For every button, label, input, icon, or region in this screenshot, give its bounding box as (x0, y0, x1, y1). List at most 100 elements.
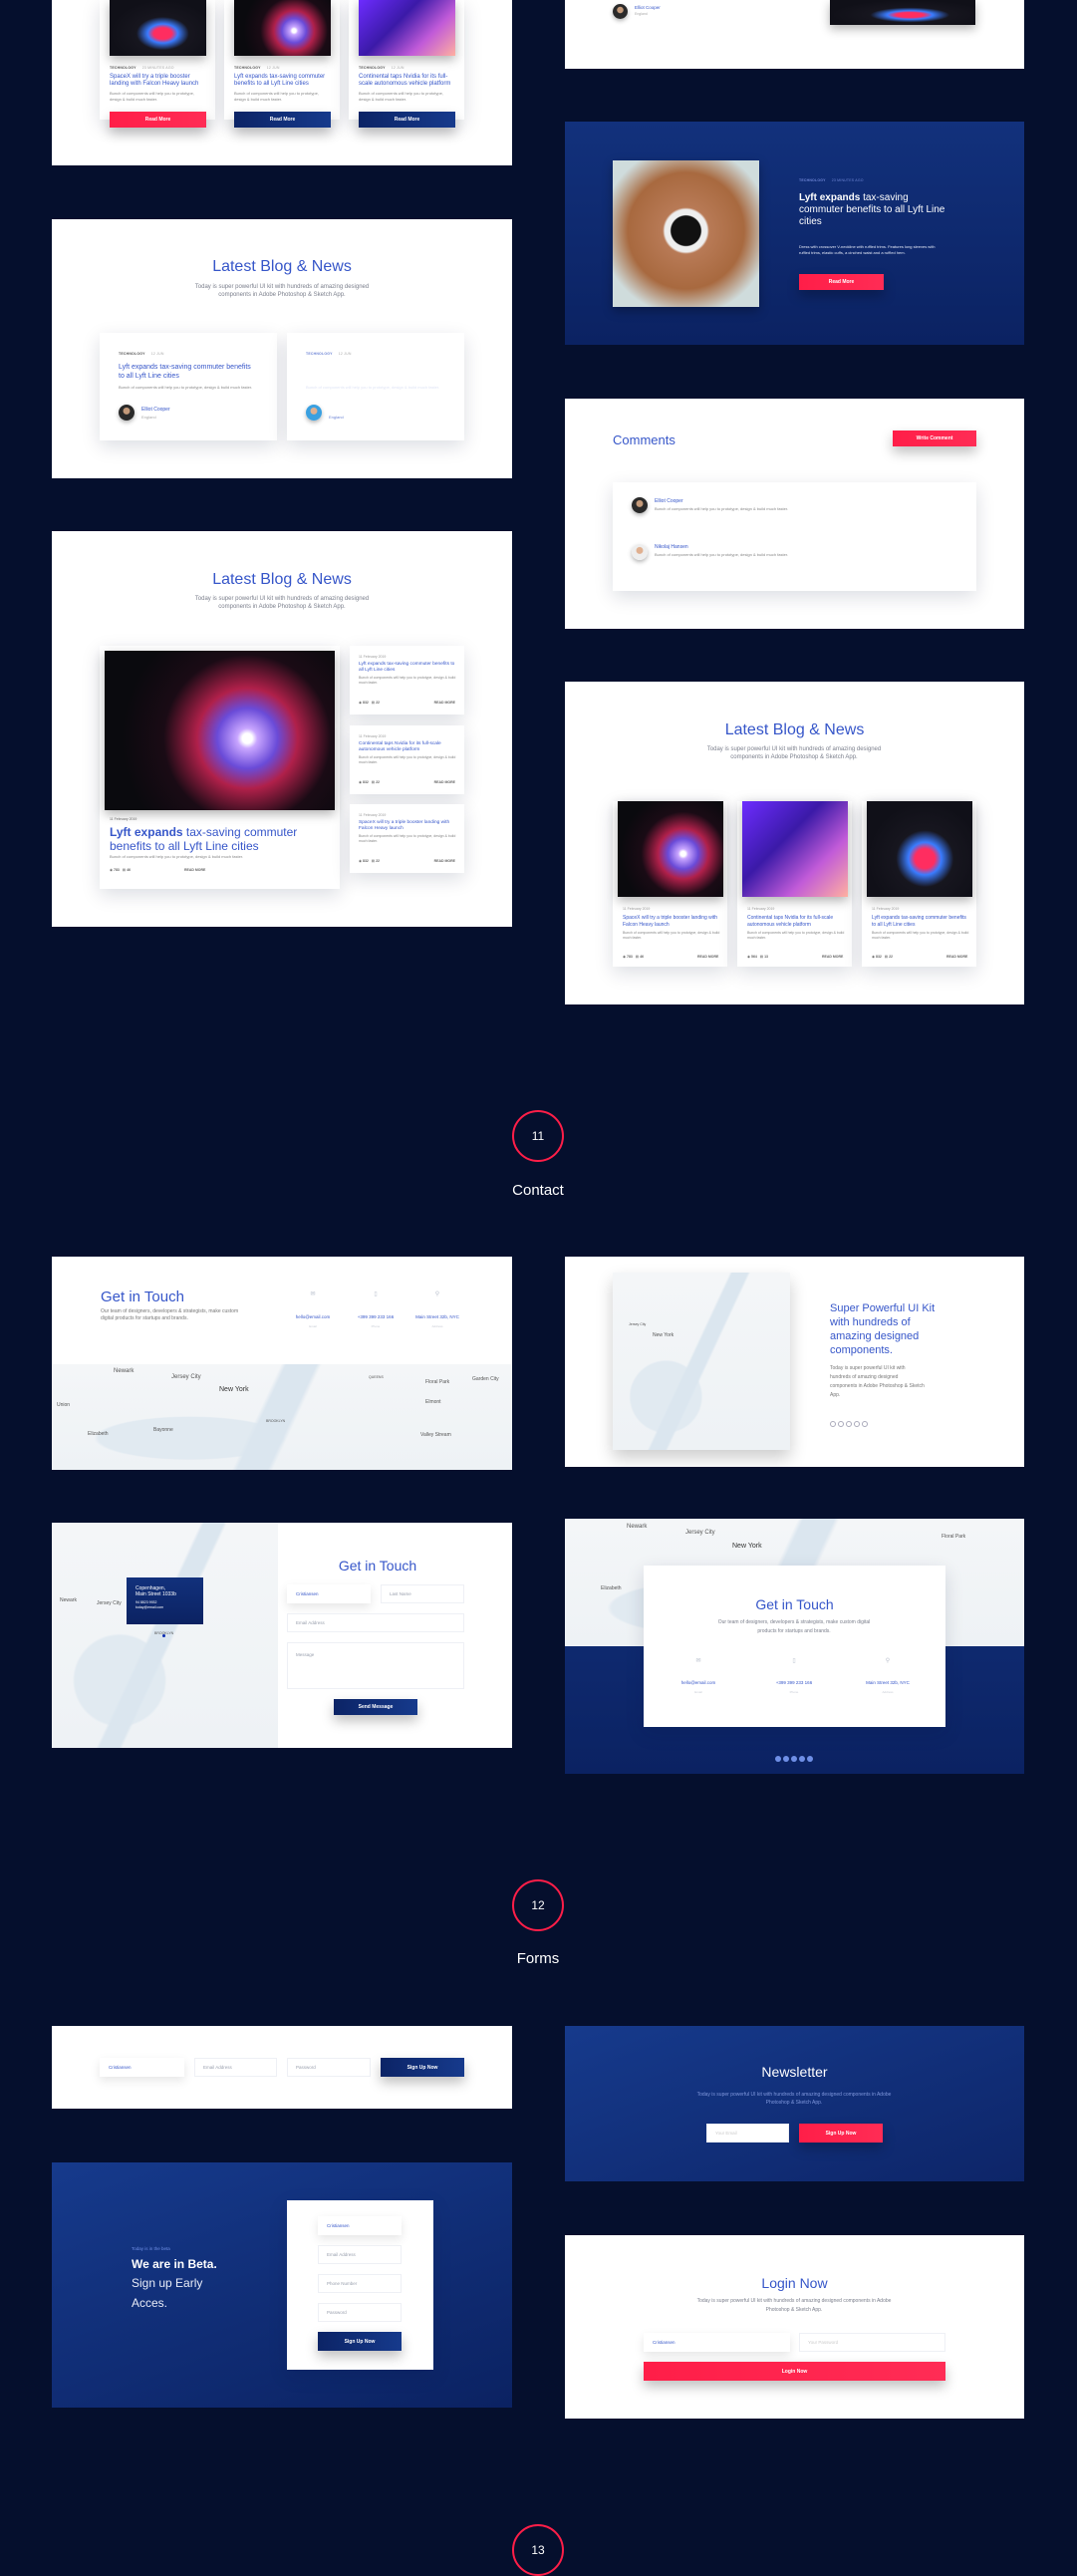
card-date: 11 February 2019 (359, 655, 387, 659)
comments-count: 22 (889, 955, 893, 959)
blog-card[interactable]: TECHNOLOGY 12 JUN Lyft expands tax-saving… (100, 333, 277, 440)
card-title[interactable]: Lyft expands tax-saving commuter benefit… (234, 74, 330, 88)
side-blog-card[interactable]: 11 February 2019 Continental taps Nvidia… (350, 725, 464, 794)
tag-label: TECHNOLOGY (799, 178, 826, 182)
social-icon[interactable] (775, 1756, 781, 1762)
map[interactable]: Newark Jersey City New York QUEENS BROOK… (52, 1364, 512, 1470)
address-link[interactable]: Main Street 32b, NYC (407, 1314, 467, 1319)
read-more-button[interactable]: Read More (359, 112, 455, 128)
comment-text: Bunch of components will help you to pro… (655, 552, 789, 557)
newsletter-email-input[interactable]: Your Email (706, 2124, 789, 2143)
read-more-link[interactable]: READ MORE (434, 780, 455, 784)
name-input[interactable]: Cristiansen (100, 2058, 184, 2077)
email-input[interactable]: Email Address (194, 2058, 277, 2077)
address-link[interactable]: Main Street 32b, NYC (858, 1680, 918, 1685)
card-title[interactable]: SpaceX will try a triple booster landing… (110, 74, 205, 88)
blog-card-highlighted[interactable]: TECHNOLOGY 12 JUN Lyft expands tax-saving… (287, 333, 464, 440)
sign-up-button[interactable]: Sign Up Now (381, 2058, 464, 2077)
social-icon[interactable] (807, 1756, 813, 1762)
card-title[interactable]: Lyft expands tax-saving commuter benefit… (306, 363, 445, 381)
email-link[interactable]: hello@email.com (669, 1680, 728, 1685)
password-input[interactable]: Password (318, 2303, 402, 2322)
author-name[interactable]: Elliot Cooper (329, 407, 358, 413)
contact-form-panel: Newark Jersey City BROOKLYN Copenhagen, … (52, 1523, 512, 1748)
write-comment-button[interactable]: Write Comment (893, 430, 976, 446)
comments-count: 22 (376, 859, 380, 863)
card-desc: Bunch of components will help you to pro… (234, 91, 319, 102)
avatar (632, 544, 648, 560)
map-label: Jersey City (685, 1530, 715, 1536)
social-icon[interactable] (846, 1421, 852, 1427)
read-more-link[interactable]: READ MORE (697, 955, 718, 959)
username-input[interactable]: Cristiansen (644, 2333, 790, 2352)
comments-count: 13 (764, 955, 768, 959)
newsletter-signup-button[interactable]: Sign Up Now (799, 2124, 883, 2143)
contact-desc: Our team of designers, developers & stra… (717, 1619, 871, 1634)
send-message-button[interactable]: Send Message (334, 1699, 417, 1715)
comment-author[interactable]: Elliot Cooper (655, 498, 683, 504)
author-name[interactable]: Elliot Cooper (141, 407, 170, 413)
last-name-input[interactable]: Last Name (381, 1584, 464, 1603)
card-title[interactable]: SpaceX will try a triple booster landing… (359, 820, 458, 832)
comments-count: 22 (376, 780, 380, 784)
card-title[interactable]: Continental taps Nvidia for its full-sca… (359, 74, 454, 88)
social-icon[interactable] (862, 1421, 868, 1427)
article-title[interactable]: Lyft expands tax-saving commuter benefit… (799, 192, 948, 228)
password-input[interactable]: Your Password (799, 2333, 945, 2352)
section-title: Latest Blog & News (724, 721, 865, 738)
social-icon[interactable] (838, 1421, 844, 1427)
read-more-link[interactable]: READ MORE (946, 955, 967, 959)
beta-signup-panel: Today is in the beta We are in Beta. Sig… (52, 2162, 512, 2408)
author-name[interactable]: Elliot Cooper (635, 5, 661, 10)
side-blog-card[interactable]: 11 February 2019 SpaceX will try a tripl… (350, 804, 464, 873)
card-title[interactable]: Continental taps Nvidia for its full-sca… (359, 741, 458, 753)
social-icons (830, 1414, 870, 1432)
card-desc: Bunch of components will help you to pro… (359, 91, 443, 102)
side-blog-card[interactable]: 11 February 2019 Lyft expands tax-saving… (350, 646, 464, 715)
kit-heading: Super Powerful UI Kit with hundreds of a… (830, 1302, 936, 1356)
email-link[interactable]: hello@email.com (283, 1314, 343, 1319)
read-more-button[interactable]: Read More (110, 112, 206, 128)
phone-input[interactable]: Phone Number (318, 2274, 402, 2293)
message-textarea[interactable]: Message (287, 1642, 464, 1689)
main-card-title[interactable]: Lyft expands tax-saving commuter benefit… (110, 825, 309, 853)
phone-link[interactable]: +399 399 233 166 (346, 1314, 405, 1319)
name-input[interactable]: Cristiansen (318, 2216, 402, 2235)
card-title[interactable]: Lyft expands tax-saving commuter benefit… (359, 662, 458, 674)
card-title[interactable]: Continental taps Nvidia for its full-sca… (747, 915, 847, 929)
email-input[interactable]: Email Address (287, 1613, 464, 1632)
read-more-button[interactable]: Read More (799, 274, 884, 290)
read-more-link[interactable]: READ MORE (822, 955, 843, 959)
read-more-link[interactable]: READ MORE (184, 868, 205, 872)
read-more-link[interactable]: READ MORE (434, 859, 455, 863)
time-label: 12 JUN (391, 66, 404, 70)
form-title: Get in Touch (338, 1558, 417, 1574)
phone-label: Phone (789, 1690, 799, 1694)
login-button[interactable]: Login Now (644, 2362, 945, 2381)
contact-title: Get in Touch (755, 1596, 834, 1612)
comment-author[interactable]: Nikolaj Hansen (655, 544, 688, 550)
social-icon[interactable] (830, 1421, 836, 1427)
social-icon[interactable] (854, 1421, 860, 1427)
sign-up-button[interactable]: Sign Up Now (318, 2332, 402, 2351)
password-input[interactable]: Password (287, 2058, 371, 2077)
avatar (119, 405, 135, 421)
tag-label: TECHNOLOGY (359, 66, 386, 70)
card-desc: Bunch of components will help you to pro… (110, 91, 194, 102)
read-more-button[interactable]: Read More (234, 112, 331, 128)
tag-label: TECHNOLOGY (306, 352, 333, 356)
email-label: Email (309, 1324, 317, 1328)
blog-three-panel: Latest Blog & News Today is super powerf… (565, 682, 1024, 1004)
phone-link[interactable]: +399 399 233 166 (764, 1680, 824, 1685)
read-more-link[interactable]: READ MORE (434, 701, 455, 705)
map[interactable]: New York Jersey City (613, 1273, 790, 1450)
first-name-input[interactable]: Cristiansen (287, 1584, 371, 1603)
card-title[interactable]: Lyft expands tax-saving commuter benefit… (119, 363, 258, 381)
social-icon[interactable] (799, 1756, 805, 1762)
card-title[interactable]: SpaceX will try a triple booster landing… (623, 915, 722, 929)
social-icon[interactable] (783, 1756, 789, 1762)
email-input[interactable]: Email Address (318, 2245, 402, 2264)
card-title[interactable]: Lyft expands tax-saving commuter benefit… (872, 915, 971, 929)
office-email: today@email.com (135, 1605, 164, 1609)
social-icon[interactable] (791, 1756, 797, 1762)
